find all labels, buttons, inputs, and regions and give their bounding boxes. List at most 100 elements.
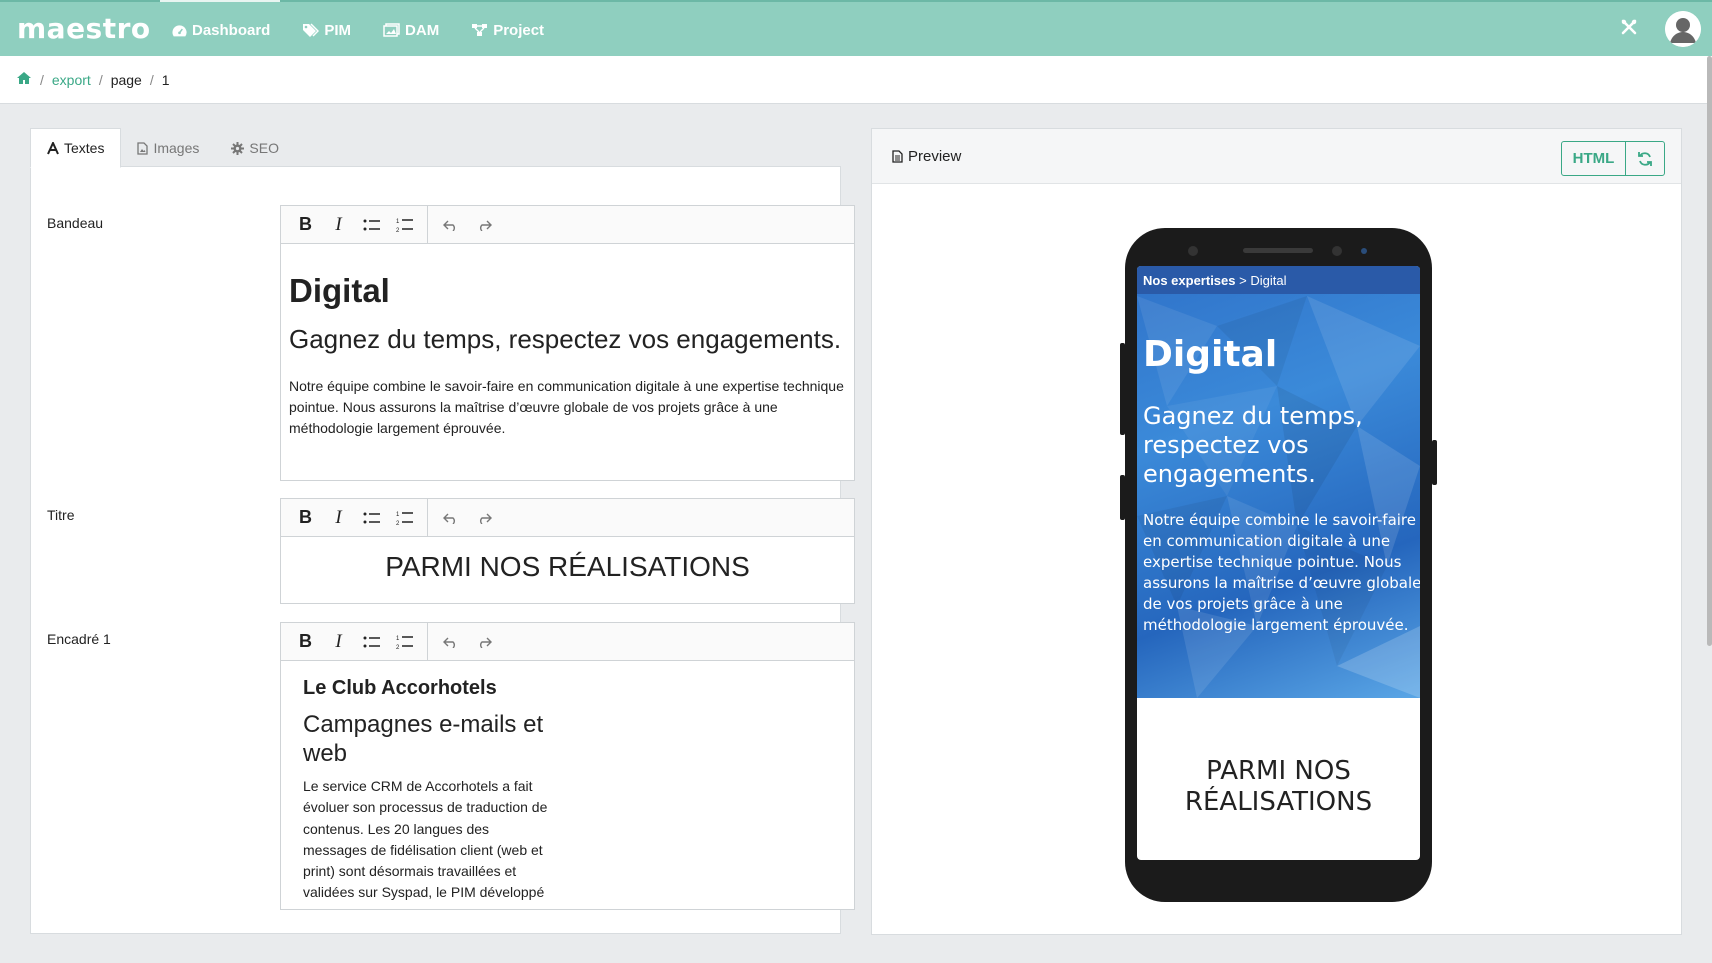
- images-icon: [383, 23, 400, 37]
- phone-mockup: Nos expertises > Digital Digital Gagnez …: [1120, 228, 1437, 902]
- numbered-list-button[interactable]: 12: [388, 210, 421, 240]
- svg-text:1: 1: [396, 219, 400, 225]
- bandeau-subheading: Gagnez du temps, respectez vos engagemen…: [289, 324, 842, 354]
- phone-section-title: PARMI NOS RÉALISATIONS: [1184, 756, 1373, 817]
- bullet-list-button[interactable]: [355, 210, 388, 240]
- encadre1-paragraph: Le service CRM de Accorhotels a fait évo…: [303, 778, 548, 901]
- svg-text:1: 1: [396, 636, 400, 642]
- encadre1-content[interactable]: Le Club Accorhotels Campagnes e-mails et…: [281, 661, 854, 909]
- phone-hero-paragraph: Notre équipe combine le savoir-faire en …: [1143, 511, 1420, 634]
- nav-project[interactable]: Project: [471, 22, 544, 39]
- preview-header: Preview: [872, 129, 1681, 184]
- editor-toolbar: B I 12: [281, 623, 854, 661]
- bandeau-content[interactable]: Digital Gagnez du temps, respectez vos e…: [281, 244, 854, 480]
- tab-textes[interactable]: Textes: [30, 128, 122, 168]
- numbered-list-icon: 12: [396, 512, 413, 526]
- breadcrumb-export[interactable]: export: [52, 72, 91, 88]
- tools-icon[interactable]: [1620, 18, 1638, 41]
- nav-dashboard[interactable]: Dashboard: [172, 22, 270, 39]
- nav-project-label: Project: [493, 21, 545, 39]
- numbered-list-button[interactable]: 12: [388, 627, 421, 657]
- top-navbar: maestro Dashboard PIM DAM Project: [0, 0, 1712, 56]
- titre-text: PARMI NOS RÉALISATIONS: [385, 551, 750, 582]
- bullet-list-button[interactable]: [355, 503, 388, 533]
- phone-breadcrumb-parent: Nos expertises: [1143, 273, 1236, 288]
- undo-icon: [442, 637, 455, 648]
- bullet-list-icon: [363, 636, 380, 647]
- phone-hero-title: Digital: [1143, 334, 1278, 375]
- nav-dam-label: DAM: [405, 21, 440, 39]
- html-button[interactable]: HTML: [1562, 142, 1626, 175]
- bullet-list-icon: [363, 512, 380, 523]
- user-avatar[interactable]: [1665, 11, 1701, 47]
- undo-button[interactable]: [434, 210, 467, 240]
- font-icon: [47, 141, 59, 154]
- encadre1-editor[interactable]: B I 12 Le Club Accorhotels Campagnes e-m…: [280, 622, 855, 910]
- phone-breadcrumb-separator: >: [1239, 273, 1247, 288]
- app-logo[interactable]: maestro: [17, 12, 151, 45]
- redo-icon: [479, 637, 492, 648]
- dashboard-icon: [172, 24, 187, 36]
- field-label-titre: Titre: [47, 507, 75, 523]
- bullet-list-icon: [363, 219, 380, 230]
- bandeau-editor[interactable]: B I 12 Digital Gagnez du temps, respecte…: [280, 205, 855, 481]
- phone-side-button: [1120, 475, 1125, 520]
- phone-breadcrumb-current: Digital: [1250, 273, 1287, 288]
- redo-button[interactable]: [467, 627, 500, 657]
- breadcrumb-separator: /: [40, 71, 44, 88]
- nav-pim-label: PIM: [324, 21, 352, 39]
- bandeau-heading: Digital: [289, 272, 390, 309]
- svg-text:2: 2: [396, 228, 400, 233]
- numbered-list-button[interactable]: 12: [388, 503, 421, 533]
- italic-button[interactable]: I: [322, 627, 355, 657]
- preview-title: Preview: [908, 147, 962, 165]
- nav-dam[interactable]: DAM: [383, 22, 439, 39]
- breadcrumb-separator: /: [149, 71, 154, 88]
- undo-icon: [442, 513, 455, 524]
- main-nav: Dashboard PIM DAM Project: [172, 2, 576, 58]
- editor-toolbar: B I 12: [281, 206, 854, 244]
- bold-button[interactable]: B: [289, 210, 322, 240]
- breadcrumb-separator: /: [98, 71, 103, 88]
- breadcrumb-page: page: [110, 71, 142, 88]
- bold-button[interactable]: B: [289, 627, 322, 657]
- phone-side-button: [1432, 440, 1437, 485]
- numbered-list-icon: 12: [396, 636, 413, 650]
- toolbar-divider: [427, 206, 428, 244]
- undo-button[interactable]: [434, 627, 467, 657]
- toolbar-divider: [427, 623, 428, 661]
- home-icon[interactable]: [16, 71, 32, 88]
- field-label-bandeau: Bandeau: [47, 215, 104, 231]
- undo-button[interactable]: [434, 503, 467, 533]
- refresh-button[interactable]: [1626, 142, 1664, 175]
- svg-text:2: 2: [396, 521, 400, 526]
- italic-button[interactable]: I: [322, 503, 355, 533]
- numbered-list-icon: 12: [396, 219, 413, 233]
- phone-hero-banner: Nos expertises > Digital Digital Gagnez …: [1137, 266, 1420, 698]
- file-icon: [892, 149, 903, 163]
- titre-content[interactable]: PARMI NOS RÉALISATIONS: [281, 537, 854, 603]
- redo-button[interactable]: [467, 503, 500, 533]
- tab-images-label: Images: [153, 140, 200, 156]
- nav-pim[interactable]: PIM: [302, 22, 351, 39]
- phone-breadcrumb: Nos expertises > Digital: [1137, 266, 1420, 294]
- refresh-icon: [1638, 151, 1652, 166]
- svg-text:2: 2: [396, 645, 400, 650]
- titre-editor[interactable]: B I 12 PARMI NOS RÉALISATIONS: [280, 498, 855, 604]
- redo-button[interactable]: [467, 210, 500, 240]
- tab-seo[interactable]: SEO: [215, 128, 295, 168]
- bold-button[interactable]: B: [289, 503, 322, 533]
- bullet-list-button[interactable]: [355, 627, 388, 657]
- italic-button[interactable]: I: [322, 210, 355, 240]
- tags-icon: [303, 23, 320, 37]
- editor-toolbar: B I 12: [281, 499, 854, 537]
- tab-images[interactable]: Images: [121, 128, 215, 168]
- texts-panel: Bandeau B I 12 Digital Gagnez du temps, …: [30, 166, 855, 934]
- phone-top-bezel: [1188, 246, 1367, 256]
- page-scrollbar[interactable]: [1707, 56, 1712, 646]
- tab-seo-label: SEO: [249, 140, 279, 156]
- bandeau-paragraph: Notre équipe combine le savoir-faire en …: [289, 378, 844, 436]
- phone-hero-subtitle: Gagnez du temps, respectez vos engagemen…: [1143, 402, 1363, 488]
- phone-side-button: [1120, 343, 1125, 435]
- file-image-icon: [137, 141, 149, 155]
